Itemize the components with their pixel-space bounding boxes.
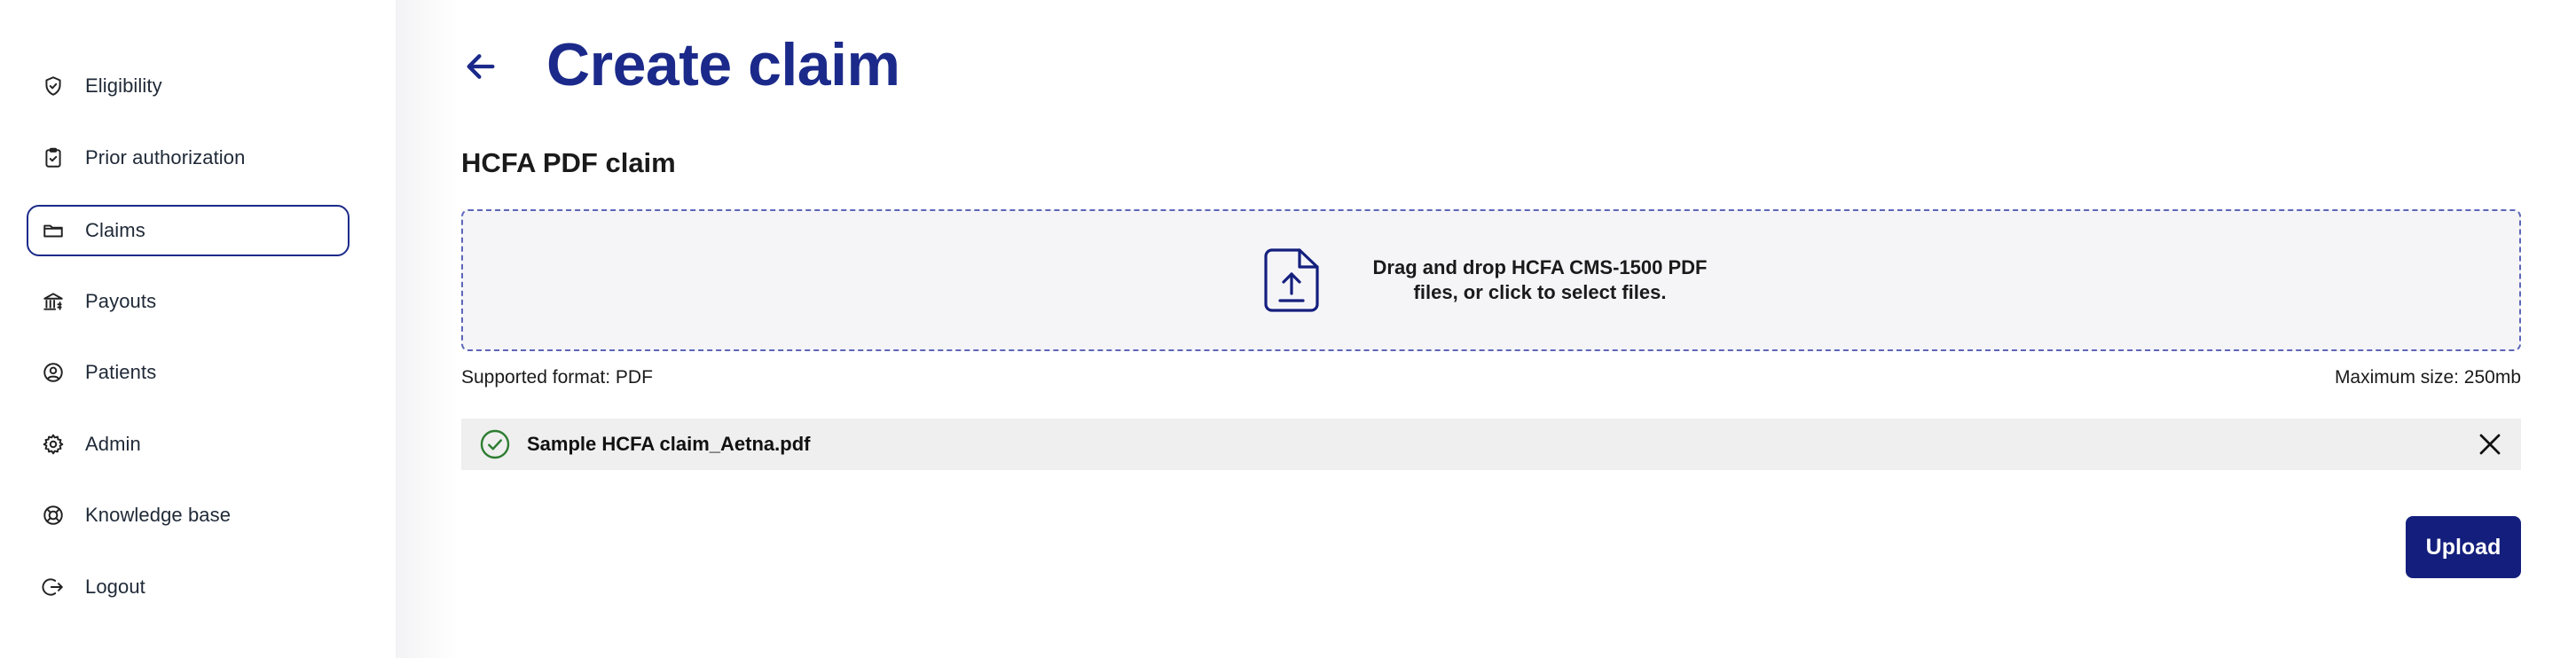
- gear-icon: [39, 430, 67, 458]
- upload-button[interactable]: Upload: [2406, 516, 2521, 578]
- close-icon: [2479, 434, 2501, 455]
- dropzone-instructions: Drag and drop HCFA CMS-1500 PDF files, o…: [1372, 256, 1708, 303]
- user-circle-icon: [39, 358, 67, 387]
- bank-icon: [39, 287, 67, 316]
- page-title: Create claim: [546, 31, 900, 98]
- sidebar-item-patients[interactable]: Patients: [27, 347, 349, 398]
- supported-format-text: Supported format: PDF: [461, 367, 653, 388]
- sidebar-item-payouts[interactable]: Payouts: [27, 276, 349, 327]
- sidebar-item-prior-authorization[interactable]: Prior authorization: [27, 132, 349, 184]
- logout-icon: [39, 573, 67, 601]
- arrow-left-icon: [467, 54, 495, 79]
- shield-check-icon: [39, 72, 67, 100]
- back-button[interactable]: [458, 41, 504, 92]
- file-dropzone[interactable]: Drag and drop HCFA CMS-1500 PDF files, o…: [461, 209, 2521, 351]
- sidebar-item-label: Claims: [85, 219, 145, 241]
- sidebar-item-logout[interactable]: Logout: [27, 561, 349, 613]
- sidebar-item-label: Eligibility: [85, 74, 162, 97]
- section-title: HCFA PDF claim: [461, 147, 676, 178]
- sidebar-item-label: Logout: [85, 576, 145, 598]
- file-upload-icon: [1264, 248, 1319, 312]
- file-name: Sample HCFA claim_Aetna.pdf: [527, 433, 811, 455]
- sidebar-shadow: [396, 0, 458, 658]
- check-circle-icon: [480, 429, 510, 459]
- sidebar-item-claims[interactable]: Claims: [27, 205, 349, 256]
- sidebar-item-admin[interactable]: Admin: [27, 419, 349, 470]
- lifebuoy-icon: [39, 501, 67, 529]
- sidebar-item-label: Admin: [85, 433, 141, 455]
- sidebar: Eligibility Prior authorization Claims P…: [0, 0, 396, 658]
- main-content: Create claim HCFA PDF claim Drag and dro…: [458, 0, 2576, 658]
- max-size-text: Maximum size: 250mb: [2334, 367, 2521, 388]
- sidebar-item-label: Knowledge base: [85, 504, 232, 526]
- sidebar-item-label: Prior authorization: [85, 146, 246, 168]
- folder-icon: [39, 216, 67, 245]
- sidebar-item-label: Patients: [85, 361, 157, 383]
- upload-meta: Supported format: PDF Maximum size: 250m…: [461, 367, 2521, 388]
- clipboard-check-icon: [39, 144, 67, 172]
- sidebar-item-label: Payouts: [85, 290, 157, 312]
- remove-file-button[interactable]: [2470, 424, 2510, 465]
- sidebar-item-eligibility[interactable]: Eligibility: [27, 60, 349, 112]
- sidebar-item-knowledge-base[interactable]: Knowledge base: [27, 490, 349, 541]
- uploaded-file-row: Sample HCFA claim_Aetna.pdf: [461, 419, 2521, 470]
